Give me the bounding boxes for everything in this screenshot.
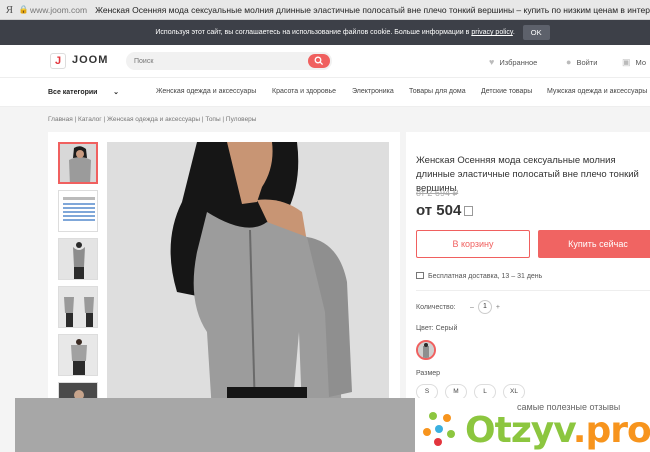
nav-item-kids[interactable]: Детские товары <box>481 88 532 95</box>
product-info: Женская Осенняя мода сексуальные молния … <box>406 132 650 412</box>
old-price-value: от 2 694 <box>416 188 450 198</box>
plus-icon[interactable]: + <box>496 304 500 311</box>
size-label: Размер <box>416 370 441 377</box>
cookie-banner: Используя этот сайт, вы соглашаетесь на … <box>0 20 650 45</box>
address-url[interactable]: www.joom.com <box>30 5 87 15</box>
search-button[interactable] <box>308 54 330 68</box>
main-product-image[interactable] <box>107 142 389 412</box>
buy-now-button[interactable]: Купить сейчас <box>538 230 650 258</box>
cookie-ok-button[interactable]: OK <box>522 25 550 40</box>
color-label: Цвет: Серый <box>416 325 458 332</box>
shipping-info: Бесплатная доставка, 13 – 31 день <box>416 272 542 280</box>
search-box <box>126 52 332 70</box>
cookie-message: Используя этот сайт, вы соглашаетесь на … <box>155 29 470 36</box>
page: Я 🔒 www.joom.com Женская Осенняя мода се… <box>0 0 650 452</box>
all-categories-dropdown[interactable]: Все категории ⌄ <box>48 88 119 96</box>
login-link[interactable]: ● Войти <box>566 57 597 67</box>
thumbnail-photo-side[interactable] <box>58 334 98 376</box>
quantity-label: Количество: <box>416 304 456 311</box>
product-gallery <box>48 132 400 424</box>
nav-item-home[interactable]: Товары для дома <box>409 88 466 95</box>
shipping-text: Бесплатная доставка, 13 – 31 день <box>428 273 543 280</box>
yandex-logo[interactable]: Я <box>0 4 19 16</box>
favorites-label: Избранное <box>499 58 538 67</box>
calendar-icon <box>416 272 424 279</box>
search-icon <box>314 56 324 66</box>
lock-icon: 🔒 <box>18 5 29 14</box>
cart-label: Мо <box>635 58 647 67</box>
thumbnail-size-chart[interactable] <box>58 190 98 232</box>
minus-icon[interactable]: – <box>470 304 474 311</box>
user-icon: ● <box>566 57 572 67</box>
login-label: Войти <box>576 58 598 67</box>
watermark-name: Otzyv.pro <box>465 410 650 451</box>
cart-link[interactable]: ▣ Мо <box>622 57 646 68</box>
divider <box>416 290 650 291</box>
privacy-policy-link[interactable]: privacy policy <box>471 29 513 36</box>
quantity-value[interactable]: 1 <box>477 300 492 314</box>
page-title-text: Женская Осенняя мода сексуальные молния … <box>95 4 650 15</box>
currency-box-icon <box>464 206 474 216</box>
nav-item-mens-clothing[interactable]: Мужская одежда и аксессуары <box>547 88 647 95</box>
all-categories-label: Все категории <box>48 89 98 96</box>
joom-logo-text[interactable]: JOOM <box>72 54 108 66</box>
model-photo-icon <box>107 142 389 412</box>
swatch-photo-icon <box>418 342 434 358</box>
quantity-stepper[interactable]: – 1 + <box>470 300 500 314</box>
cart-icon: ▣ <box>622 57 631 67</box>
model-photo-icon <box>59 239 97 279</box>
color-swatch-gray[interactable] <box>416 340 436 360</box>
cookie-text: Используя этот сайт, вы соглашаетесь на … <box>155 29 515 36</box>
model-photo-icon <box>60 144 96 182</box>
current-price: от 504 <box>416 202 474 219</box>
favorites-link[interactable]: ♥ Избранное <box>489 57 537 67</box>
watermark-logo-icon <box>423 412 455 446</box>
old-price: от 2 694 ₽ <box>416 188 458 199</box>
breadcrumb[interactable]: Главная | Каталог | Женская одежда и акс… <box>48 116 256 123</box>
gray-overlay <box>15 398 415 452</box>
search-input[interactable] <box>134 55 304 67</box>
joom-logo-icon[interactable]: J <box>50 53 66 69</box>
nav-item-womens-clothing[interactable]: Женская одежда и аксессуары <box>156 88 256 95</box>
heart-icon: ♥ <box>489 57 495 67</box>
model-photo-icon <box>59 335 97 375</box>
thumbnail-photo-pair[interactable] <box>58 286 98 328</box>
thumbnail-photo-front[interactable] <box>58 142 98 184</box>
price-value: от 504 <box>416 202 462 219</box>
thumbnail-photo-full[interactable] <box>58 238 98 280</box>
browser-address-bar: Я 🔒 www.joom.com Женская Осенняя мода се… <box>0 0 650 20</box>
watermark-name-green: Otzyv <box>465 410 574 451</box>
otzyv-watermark: самые полезные отзывы Otzyv.pro <box>415 398 650 452</box>
add-to-cart-button[interactable]: В корзину <box>416 230 530 258</box>
model-photo-icon <box>59 287 97 327</box>
size-chart-icon <box>59 191 97 231</box>
currency-icon: ₽ <box>452 188 459 198</box>
chevron-down-icon: ⌄ <box>113 89 119 96</box>
site-header: J JOOM ♥ Избранное ● Войти ▣ Мо <box>0 45 650 78</box>
watermark-name-orange: .pro <box>572 410 650 451</box>
nav-item-beauty[interactable]: Красота и здоровье <box>272 88 336 95</box>
nav-item-electronics[interactable]: Электроника <box>352 88 394 95</box>
category-nav: Все категории ⌄ Женская одежда и аксессу… <box>0 78 650 107</box>
